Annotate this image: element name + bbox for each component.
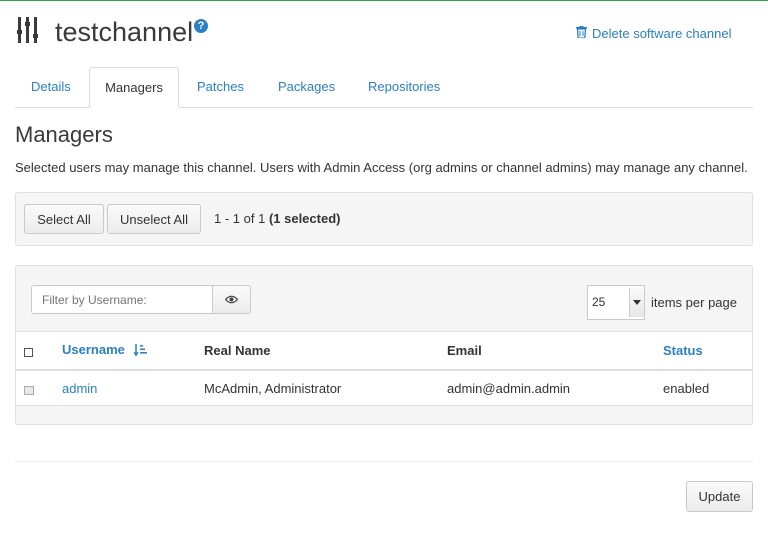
- row-username-link[interactable]: admin: [62, 381, 97, 396]
- items-per-page-label: items per page: [651, 295, 737, 310]
- trash-icon: [576, 26, 587, 41]
- column-real-name: Real Name: [204, 331, 447, 371]
- column-username-label[interactable]: Username: [62, 342, 125, 357]
- selection-count: 1 - 1 of 1 (1 selected): [214, 211, 340, 226]
- column-status-label[interactable]: Status: [663, 343, 703, 358]
- select-all-checkbox[interactable]: [16, 331, 62, 371]
- table-header-row: Username Real Name Email Status: [16, 331, 752, 371]
- channel-icon: [17, 16, 39, 44]
- update-button[interactable]: Update: [686, 481, 753, 512]
- selection-range: 1 - 1 of 1: [214, 211, 266, 226]
- section-title: Managers: [15, 122, 113, 147]
- delete-channel-link[interactable]: Delete software channel: [576, 26, 731, 41]
- eye-icon: [224, 291, 239, 309]
- items-per-page-select[interactable]: 25: [587, 285, 645, 320]
- unselect-all-button[interactable]: Unselect All: [107, 204, 201, 234]
- filter-button[interactable]: [212, 285, 251, 314]
- select-all-button[interactable]: Select All: [24, 204, 104, 234]
- help-icon[interactable]: ?: [194, 19, 208, 33]
- footer-divider: [15, 461, 753, 462]
- items-per-page-value: 25: [592, 295, 606, 309]
- selection-panel: Select All Unselect All 1 - 1 of 1 (1 se…: [15, 192, 753, 246]
- select-all-checkbox-icon: [24, 348, 33, 357]
- tab-details[interactable]: Details: [31, 67, 71, 107]
- column-username[interactable]: Username: [62, 331, 204, 371]
- tab-packages[interactable]: Packages: [278, 67, 335, 107]
- tab-patches[interactable]: Patches: [197, 67, 244, 107]
- row-checkbox-icon: [24, 385, 34, 395]
- column-status[interactable]: Status: [663, 331, 752, 371]
- column-email: Email: [447, 331, 663, 371]
- row-email: admin@admin.admin: [447, 370, 663, 406]
- managers-list-panel: 25 items per page Username: [15, 265, 753, 425]
- top-accent-bar: [0, 0, 768, 1]
- table-row: admin McAdmin, Administrator admin@admin…: [16, 370, 752, 406]
- sort-alpha-icon: [132, 343, 147, 359]
- tab-managers[interactable]: Managers: [89, 67, 179, 108]
- tab-bar: Details Managers Patches Packages Reposi…: [15, 67, 753, 108]
- row-real-name: McAdmin, Administrator: [204, 370, 447, 406]
- selection-selected-count: (1 selected): [268, 211, 341, 226]
- row-checkbox[interactable]: [16, 370, 62, 406]
- managers-table: Username Real Name Email Status admin Mc…: [16, 331, 752, 406]
- filter-username-input[interactable]: [31, 285, 213, 314]
- delete-channel-label: Delete software channel: [592, 26, 732, 41]
- page-title: testchannel: [55, 17, 194, 47]
- section-description: Selected users may manage this channel. …: [15, 160, 748, 175]
- chevron-down-icon: [629, 288, 644, 317]
- row-status: enabled: [663, 370, 752, 406]
- tab-repositories[interactable]: Repositories: [368, 67, 440, 107]
